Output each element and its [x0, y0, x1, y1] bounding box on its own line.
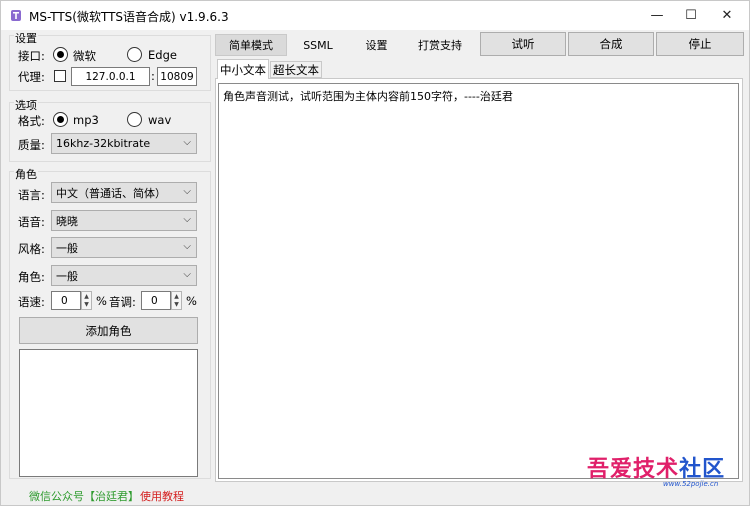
- chevron-down-icon: ⌵: [183, 137, 191, 148]
- title-bar[interactable]: MS-TTS(微软TTS语音合成) v1.9.6.3 — ☐ ✕: [1, 1, 749, 30]
- add-role-button[interactable]: 添加角色: [19, 317, 198, 344]
- synthesize-button[interactable]: 合成: [568, 32, 654, 56]
- style-label: 风格:: [18, 242, 45, 256]
- format-label: 格式:: [18, 114, 45, 128]
- interface-edge-radio[interactable]: [127, 47, 142, 62]
- role-select[interactable]: 一般 ⌵: [51, 265, 197, 286]
- pitch-unit: %: [186, 294, 197, 308]
- window-title: MS-TTS(微软TTS语音合成) v1.9.6.3: [29, 10, 229, 24]
- format-mp3-label[interactable]: mp3: [73, 113, 99, 127]
- proxy-separator: :: [151, 69, 155, 83]
- watermark-text: 吾爱技术社区: [587, 456, 726, 482]
- rate-spinner-arrows[interactable]: ▲ ▼: [81, 291, 92, 310]
- pitch-label: 音调:: [109, 295, 136, 309]
- style-select-value: 一般: [56, 241, 78, 255]
- stop-button[interactable]: 停止: [656, 32, 744, 56]
- text-editor[interactable]: 角色声音测试，试听范围为主体内容前150字符，----治廷君: [218, 83, 739, 479]
- tab-simple-mode[interactable]: 简单模式: [215, 34, 287, 56]
- interface-edge-label[interactable]: Edge: [148, 48, 177, 62]
- rate-unit: %: [96, 294, 107, 308]
- quality-select[interactable]: 16khz-32kbitrate ⌵: [51, 133, 197, 154]
- pitch-spinner-arrows[interactable]: ▲ ▼: [171, 291, 182, 310]
- tab-ssml[interactable]: SSML: [289, 34, 347, 56]
- format-wav-label[interactable]: wav: [148, 113, 171, 127]
- quality-select-value: 16khz-32kbitrate: [56, 137, 151, 150]
- rate-label: 语速:: [18, 295, 45, 309]
- help-link[interactable]: 使用教程: [140, 488, 184, 504]
- app-icon: [11, 10, 21, 21]
- interface-microsoft-label[interactable]: 微软: [73, 48, 96, 64]
- voice-label: 语音:: [18, 215, 45, 229]
- style-select[interactable]: 一般 ⌵: [51, 237, 197, 258]
- format-wav-radio[interactable]: [127, 112, 142, 127]
- close-button[interactable]: ✕: [705, 1, 749, 30]
- chevron-down-icon: ⌵: [183, 241, 191, 252]
- watermark-logo: 吾爱技术社区 www.52pojie.cn: [587, 451, 737, 491]
- chevron-down-icon: ⌵: [183, 269, 191, 280]
- role-listbox[interactable]: [19, 349, 198, 477]
- subtab-short-text[interactable]: 中小文本: [217, 59, 269, 79]
- quality-label: 质量:: [18, 138, 45, 152]
- tab-settings[interactable]: 设置: [349, 34, 404, 56]
- proxy-checkbox[interactable]: [54, 70, 66, 82]
- preview-button[interactable]: 试听: [480, 32, 566, 56]
- language-label: 语言:: [18, 188, 45, 202]
- interface-microsoft-radio[interactable]: [53, 47, 68, 62]
- subtab-long-text[interactable]: 超长文本: [270, 61, 322, 78]
- voice-select[interactable]: 晓晓 ⌵: [51, 210, 197, 231]
- interface-label: 接口:: [18, 49, 45, 63]
- role-label: 角色:: [18, 270, 45, 284]
- proxy-host-input[interactable]: 127.0.0.1: [71, 67, 150, 86]
- pitch-spinner[interactable]: 0: [141, 291, 171, 310]
- proxy-port-input[interactable]: 10809: [157, 67, 197, 86]
- voice-select-value: 晓晓: [56, 214, 78, 228]
- wechat-link[interactable]: 微信公众号【治廷君】: [29, 488, 139, 504]
- rate-spinner[interactable]: 0: [51, 291, 81, 310]
- settings-group-title: 设置: [14, 30, 38, 46]
- format-mp3-radio[interactable]: [53, 112, 68, 127]
- proxy-label: 代理:: [18, 70, 45, 84]
- options-group-title: 选项: [14, 97, 38, 113]
- chevron-down-icon: ⌵: [183, 214, 191, 225]
- tab-donate[interactable]: 打赏支持: [406, 34, 474, 56]
- language-select[interactable]: 中文（普通话、简体） ⌵: [51, 182, 197, 203]
- app-window: MS-TTS(微软TTS语音合成) v1.9.6.3 — ☐ ✕ 设置 接口: …: [0, 0, 750, 506]
- watermark-url: www.52pojie.cn: [663, 480, 719, 488]
- role-group-title: 角色: [14, 166, 38, 182]
- role-select-value: 一般: [56, 269, 78, 283]
- chevron-down-icon: ⌵: [183, 186, 191, 197]
- language-select-value: 中文（普通话、简体）: [56, 186, 166, 200]
